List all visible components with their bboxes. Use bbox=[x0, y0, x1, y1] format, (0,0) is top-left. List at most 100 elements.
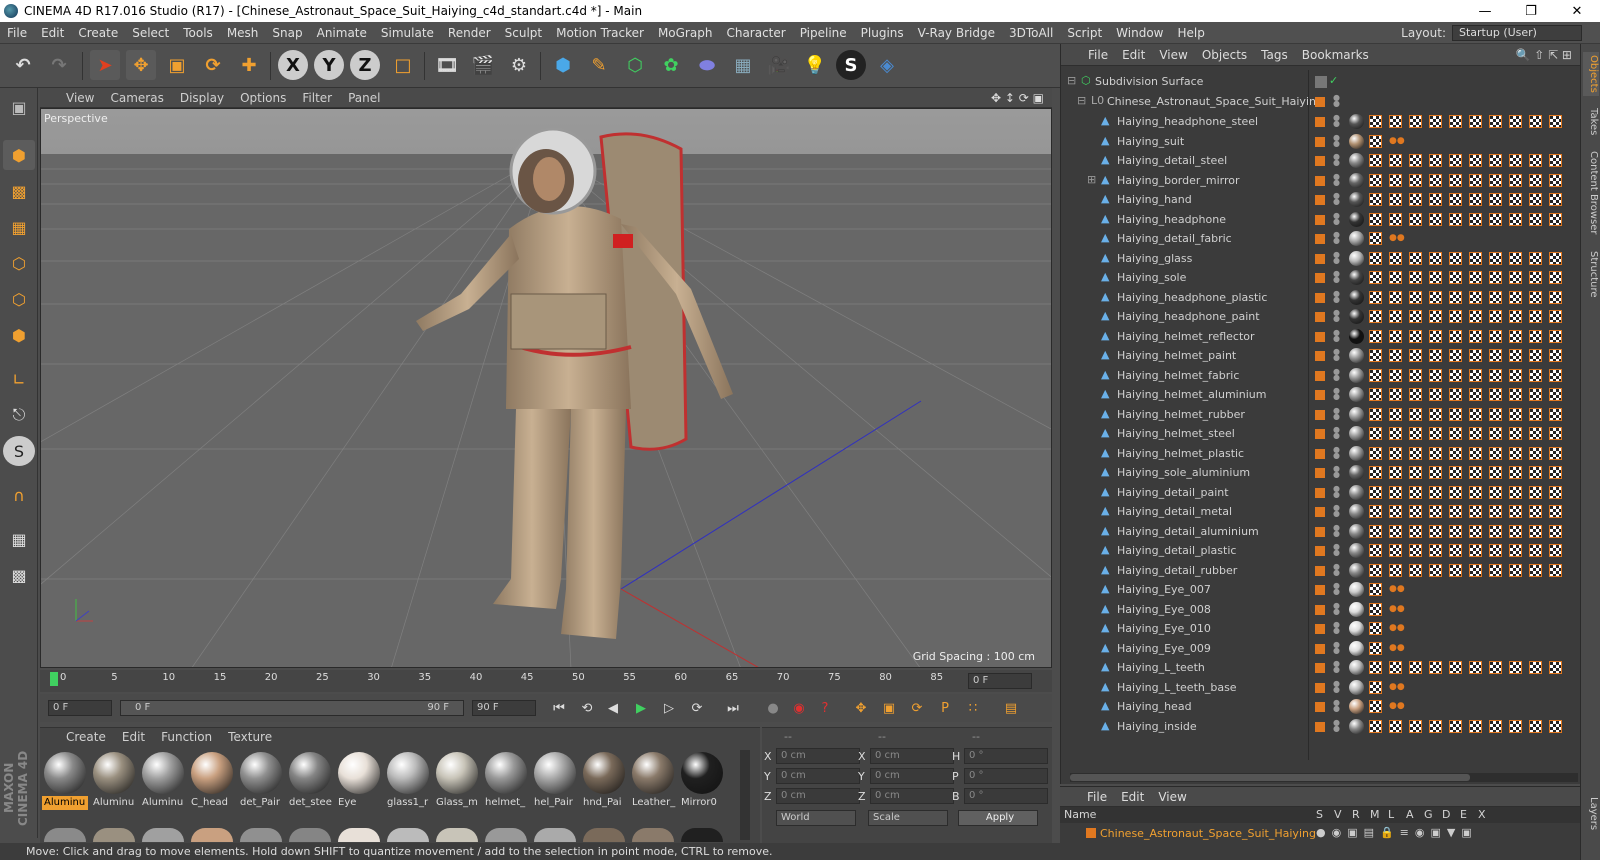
texture-tag-icon[interactable] bbox=[1469, 115, 1482, 128]
coord-field[interactable]: 0 cm bbox=[776, 768, 860, 784]
object-row[interactable]: ▲ Haiying_helmet_plastic ● ● bbox=[1061, 444, 1581, 464]
texture-tag-icon[interactable] bbox=[1449, 173, 1462, 187]
texture-tag-icon[interactable] bbox=[1369, 680, 1382, 694]
visibility-dots[interactable]: ● ● bbox=[1333, 582, 1340, 597]
texture-tag-icon[interactable] bbox=[1449, 251, 1462, 265]
texture-tag-icon[interactable] bbox=[1389, 271, 1402, 284]
material-tag-icon[interactable] bbox=[1349, 328, 1364, 344]
texture-tag-icon[interactable] bbox=[1529, 329, 1542, 343]
texture-tag-icon[interactable] bbox=[1509, 661, 1522, 674]
material-swatch-partial[interactable] bbox=[142, 828, 184, 842]
go-to-start-icon[interactable]: ⏮ bbox=[548, 697, 570, 719]
material-swatch[interactable]: helmet_ bbox=[483, 750, 529, 812]
texture-tag-icon[interactable] bbox=[1389, 251, 1402, 265]
texture-tag-icon[interactable] bbox=[1429, 329, 1442, 343]
scale-mode-dropdown[interactable]: Scale bbox=[868, 810, 948, 826]
texture-tag-icon[interactable] bbox=[1449, 505, 1462, 518]
texture-tag-icon[interactable] bbox=[1469, 310, 1482, 323]
layer-row[interactable]: Chinese_Astronaut_Space_Suit_Haiying ●◉▣… bbox=[1060, 825, 1580, 843]
texture-tag-icon[interactable] bbox=[1389, 544, 1402, 557]
texture-tag-icon[interactable] bbox=[1369, 544, 1382, 557]
texture-tag-icon[interactable] bbox=[1429, 466, 1442, 479]
tweak-mode-icon[interactable]: ⎋ bbox=[3, 400, 35, 430]
material-tag-icon[interactable] bbox=[1349, 601, 1364, 617]
snap-icon[interactable]: ∩ bbox=[3, 480, 35, 510]
material-menu-edit[interactable]: Edit bbox=[114, 730, 153, 744]
workplane-mode-icon[interactable]: ▦ bbox=[3, 212, 35, 242]
menu-motion-tracker[interactable]: Motion Tracker bbox=[549, 26, 651, 40]
layer-swatch[interactable] bbox=[1315, 565, 1325, 576]
menu-pipeline[interactable]: Pipeline bbox=[793, 26, 854, 40]
material-swatch-partial[interactable] bbox=[44, 828, 86, 842]
texture-tag-icon[interactable] bbox=[1449, 271, 1462, 284]
layer-swatch[interactable] bbox=[1315, 682, 1325, 693]
texture-tag-icon[interactable] bbox=[1369, 505, 1382, 518]
texture-tag-icon[interactable] bbox=[1409, 310, 1422, 323]
texture-tag-icon[interactable] bbox=[1509, 251, 1522, 265]
texture-tag-icon[interactable] bbox=[1549, 719, 1562, 733]
object-row[interactable]: ▲ Haiying_detail_paint ● ● bbox=[1061, 483, 1581, 503]
texture-tag-icon[interactable] bbox=[1409, 154, 1422, 167]
material-swatch[interactable]: Aluminu bbox=[140, 750, 186, 812]
texture-tag-icon[interactable] bbox=[1469, 212, 1482, 226]
menu-tools[interactable]: Tools bbox=[176, 26, 220, 40]
texture-tag-icon[interactable] bbox=[1489, 193, 1502, 206]
texture-tag-icon[interactable] bbox=[1469, 719, 1482, 733]
texture-tag-icon[interactable] bbox=[1409, 407, 1422, 421]
texture-tag-icon[interactable] bbox=[1509, 524, 1522, 538]
texture-tag-icon[interactable] bbox=[1489, 329, 1502, 343]
texture-tag-icon[interactable] bbox=[1529, 154, 1542, 167]
texture-tag-icon[interactable] bbox=[1369, 388, 1382, 401]
material-tag-icon[interactable] bbox=[1349, 133, 1364, 149]
texture-tag-icon[interactable] bbox=[1409, 544, 1422, 557]
texture-tag-icon[interactable] bbox=[1469, 368, 1482, 382]
texture-tag-icon[interactable] bbox=[1409, 485, 1422, 499]
key-parameter-icon[interactable]: P bbox=[934, 697, 956, 719]
rotate-tool-icon[interactable]: ⟳ bbox=[198, 50, 228, 80]
preview-range-slider[interactable]: 0 F 90 F bbox=[120, 700, 464, 716]
light-icon[interactable]: 💡 bbox=[800, 50, 830, 80]
undo-icon[interactable]: ↶ bbox=[8, 50, 38, 80]
texture-tag-icon[interactable] bbox=[1529, 193, 1542, 206]
material-tag-icon[interactable] bbox=[1349, 718, 1364, 734]
menu-file[interactable]: File bbox=[0, 26, 34, 40]
texture-tag-icon[interactable] bbox=[1389, 524, 1402, 538]
material-swatch[interactable]: hel_Pair bbox=[532, 750, 578, 812]
visibility-dots[interactable]: ● ● bbox=[1333, 660, 1340, 675]
next-frame-icon[interactable]: ▷ bbox=[658, 697, 680, 719]
y-axis-lock-icon[interactable]: Y bbox=[314, 50, 344, 80]
menu-select[interactable]: Select bbox=[125, 26, 176, 40]
material-tag-icon[interactable] bbox=[1349, 172, 1364, 188]
material-swatch-partial[interactable] bbox=[240, 828, 282, 842]
texture-tag-icon[interactable] bbox=[1509, 329, 1522, 343]
material-swatch[interactable]: hnd_Pai bbox=[581, 750, 627, 812]
visibility-dots[interactable]: ● ● bbox=[1333, 562, 1340, 578]
layer-swatch[interactable] bbox=[1315, 702, 1325, 712]
texture-tag-icon[interactable] bbox=[1369, 173, 1382, 187]
texture-tag-icon[interactable] bbox=[1449, 310, 1462, 323]
viewport-menu-filter[interactable]: Filter bbox=[294, 91, 340, 105]
viewport-menu-cameras[interactable]: Cameras bbox=[102, 91, 171, 105]
visibility-dots[interactable]: ● ● bbox=[1333, 231, 1340, 246]
texture-tag-icon[interactable] bbox=[1529, 427, 1542, 440]
texture-tag-icon[interactable] bbox=[1429, 388, 1442, 401]
menu-edit[interactable]: Edit bbox=[34, 26, 71, 40]
object-row[interactable]: ▲ Haiying_head ● ● ●● bbox=[1061, 697, 1581, 717]
material-tag-icon[interactable] bbox=[1349, 543, 1364, 558]
visibility-dots[interactable]: ● ● bbox=[1333, 523, 1340, 539]
coord-field[interactable]: 0 ° bbox=[964, 788, 1048, 804]
texture-tag-icon[interactable] bbox=[1369, 212, 1382, 226]
vray-bridge-icon[interactable]: S bbox=[836, 50, 866, 80]
cube-primitive-icon[interactable]: ⬢ bbox=[548, 50, 578, 80]
material-tag-icon[interactable] bbox=[1349, 270, 1364, 285]
object-row[interactable]: ▲ Haiying_inside ● ● bbox=[1061, 717, 1581, 737]
texture-tag-icon[interactable] bbox=[1389, 719, 1402, 733]
texture-tag-icon[interactable] bbox=[1409, 388, 1422, 401]
object-row[interactable]: ▲ Haiying_Eye_010 ● ● ●● bbox=[1061, 619, 1581, 639]
material-swatch[interactable]: glass1_r bbox=[385, 750, 431, 812]
visibility-dots[interactable]: ● ● bbox=[1333, 328, 1340, 344]
texture-tag-icon[interactable] bbox=[1529, 485, 1542, 499]
minimize-icon[interactable]: — bbox=[1462, 0, 1508, 22]
material-swatch-partial[interactable] bbox=[485, 828, 527, 842]
texture-tag-icon[interactable] bbox=[1549, 427, 1562, 440]
